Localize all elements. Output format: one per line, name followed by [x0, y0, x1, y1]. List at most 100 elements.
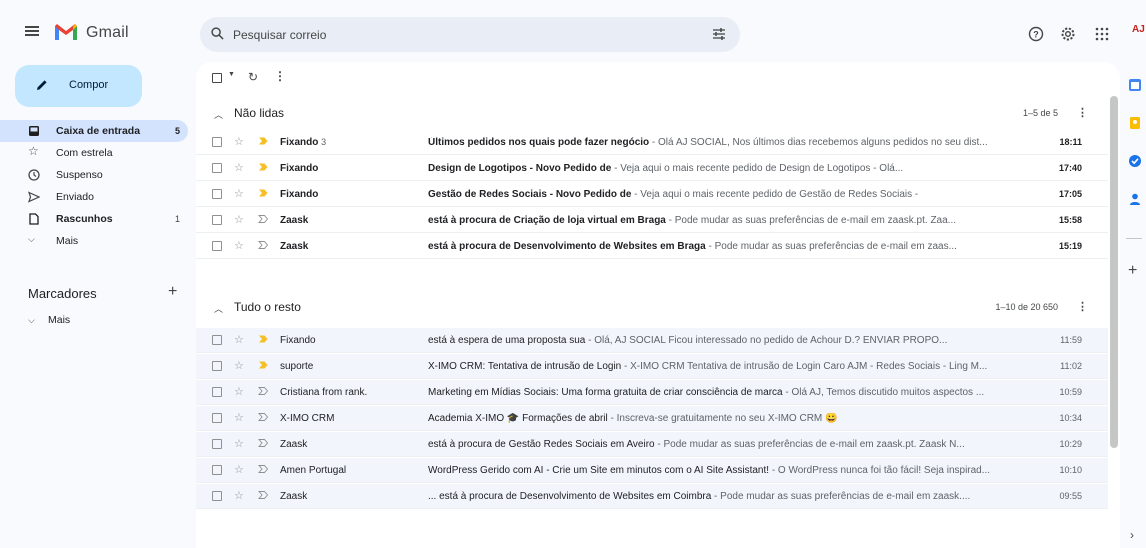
expand-panel-icon[interactable]: › [1130, 528, 1134, 542]
email-row[interactable]: ☆ Zaask está à procura de Criação de loja … [196, 208, 1108, 233]
email-snippet: - Pode mudar as suas preferências de e-m… [711, 491, 971, 502]
not-important-marker-icon[interactable] [258, 438, 268, 448]
app-name[interactable]: Gmail [86, 24, 129, 42]
more-options-icon[interactable]: ⋮ [274, 69, 286, 83]
row-content: X-IMO CRM: Tentativa de intrusão de Logi… [428, 361, 1038, 372]
important-marker-icon[interactable] [258, 162, 268, 172]
email-row[interactable]: ☆ Amen Portugal WordPress Gerido com AI - … [196, 458, 1108, 483]
sidebar-item-snoozed[interactable]: Suspenso [16, 164, 188, 186]
section-options-icon[interactable]: ⋮ [1077, 300, 1088, 313]
keep-icon[interactable] [1128, 116, 1142, 130]
side-panel: + › [1122, 62, 1146, 548]
add-addon-icon[interactable]: + [1128, 262, 1137, 280]
sidebar-item-inbox[interactable]: Caixa de entrada 5 [0, 120, 188, 142]
apps-grid-icon[interactable] [1094, 26, 1110, 42]
star-icon[interactable]: ☆ [234, 385, 244, 398]
important-marker-icon[interactable] [258, 136, 268, 146]
star-icon[interactable]: ☆ [234, 463, 244, 476]
sender-name: Fixando [280, 163, 319, 174]
compose-button[interactable]: Compor [15, 65, 142, 107]
important-marker-icon[interactable] [258, 334, 268, 344]
calendar-icon[interactable] [1128, 78, 1142, 92]
row-sender: Cristiana from rank. [280, 387, 420, 398]
star-icon[interactable]: ☆ [234, 359, 244, 372]
email-row[interactable]: ☆ Fixando está à espera de uma proposta su… [196, 328, 1108, 353]
sidebar-item-label: Rascunhos [56, 213, 113, 225]
contacts-icon[interactable] [1128, 192, 1142, 206]
row-content: está à procura de Desenvolvimento de Web… [428, 241, 1038, 252]
refresh-icon[interactable]: ↻ [248, 70, 258, 84]
chevron-up-icon[interactable]: ︿ [214, 108, 223, 121]
row-checkbox[interactable] [212, 361, 222, 371]
row-checkbox[interactable] [212, 335, 222, 345]
email-row[interactable]: ☆ Zaask ... está à procura de Desenvolvime… [196, 484, 1108, 509]
row-checkbox[interactable] [212, 491, 222, 501]
svg-text:?: ? [1033, 30, 1039, 40]
sidebar-item-starred[interactable]: ☆ Com estrela [16, 142, 188, 164]
row-checkbox[interactable] [212, 189, 222, 199]
email-row[interactable]: ☆ Cristiana from rank. Marketing em Mídias… [196, 380, 1108, 405]
sidebar-item-sent[interactable]: Enviado [16, 186, 188, 208]
star-icon[interactable]: ☆ [234, 161, 244, 174]
not-important-marker-icon[interactable] [258, 412, 268, 422]
account-avatar[interactable]: AJ [1132, 24, 1146, 40]
email-row[interactable]: ☆ Fixando 3 Últimos pedidos nos quais pode… [196, 130, 1108, 155]
row-sender: Amen Portugal [280, 465, 420, 476]
star-icon[interactable]: ☆ [234, 213, 244, 226]
search-bar[interactable] [200, 17, 740, 52]
star-icon[interactable]: ☆ [234, 437, 244, 450]
email-row[interactable]: ☆ Zaask está à procura de Gestão Redes Soc… [196, 432, 1108, 457]
section-header-unread[interactable]: ︿ Não lidas 1–5 de 5 ⋮ [196, 96, 1108, 130]
star-icon[interactable]: ☆ [234, 489, 244, 502]
star-icon[interactable]: ☆ [234, 187, 244, 200]
important-marker-icon[interactable] [258, 360, 268, 370]
email-row[interactable]: ☆ suporte X-IMO CRM: Tentativa de intrusão… [196, 354, 1108, 379]
chevron-up-icon[interactable]: ︿ [214, 302, 223, 315]
not-important-marker-icon[interactable] [258, 386, 268, 396]
row-checkbox[interactable] [212, 387, 222, 397]
section-options-icon[interactable]: ⋮ [1077, 106, 1088, 119]
not-important-marker-icon[interactable] [258, 240, 268, 250]
scrollbar[interactable] [1110, 96, 1118, 448]
important-marker-icon[interactable] [258, 188, 268, 198]
help-icon[interactable]: ? [1028, 26, 1044, 42]
search-icon[interactable] [211, 27, 224, 40]
star-icon[interactable]: ☆ [234, 333, 244, 346]
email-time: 11:59 [1060, 335, 1082, 345]
section-title: Tudo o resto [234, 300, 301, 314]
search-options-icon[interactable] [712, 27, 726, 41]
row-checkbox[interactable] [212, 215, 222, 225]
email-row[interactable]: ☆ Fixando Design de Logotipos - Novo Pedid… [196, 156, 1108, 181]
labels-more[interactable]: ⌵ Mais [28, 314, 70, 326]
email-row[interactable]: ☆ X-IMO CRM Academia X-IMO 🎓 Formações de … [196, 406, 1108, 431]
tasks-icon[interactable] [1128, 154, 1142, 168]
not-important-marker-icon[interactable] [258, 214, 268, 224]
gmail-logo-icon[interactable] [54, 23, 78, 41]
row-sender: Zaask [280, 241, 420, 252]
not-important-marker-icon[interactable] [258, 490, 268, 500]
email-subject: Gestão de Redes Sociais - Novo Pedido de [428, 189, 632, 200]
row-content: Últimos pedidos nos quais pode fazer neg… [428, 137, 1038, 148]
email-row[interactable]: ☆ Zaask está à procura de Desenvolvimento … [196, 234, 1108, 259]
add-label-icon[interactable]: + [168, 283, 177, 301]
row-checkbox[interactable] [212, 439, 222, 449]
search-input[interactable] [233, 17, 693, 52]
row-checkbox[interactable] [212, 241, 222, 251]
sidebar-item-drafts[interactable]: Rascunhos 1 [16, 208, 188, 230]
star-icon[interactable]: ☆ [234, 135, 244, 148]
star-icon[interactable]: ☆ [234, 411, 244, 424]
row-checkbox[interactable] [212, 163, 222, 173]
email-row[interactable]: ☆ Fixando Gestão de Redes Sociais - Novo P… [196, 182, 1108, 207]
section-header-rest[interactable]: ︿ Tudo o resto 1–10 de 20 650 ⋮ [196, 290, 1108, 324]
select-all-checkbox[interactable] [212, 73, 222, 83]
sidebar-item-more[interactable]: ⌵ Mais [16, 230, 188, 252]
main-menu-icon[interactable] [25, 26, 39, 36]
row-checkbox[interactable] [212, 465, 222, 475]
email-subject: Marketing em Mídias Sociais: Uma forma g… [428, 387, 783, 398]
row-checkbox[interactable] [212, 413, 222, 423]
not-important-marker-icon[interactable] [258, 464, 268, 474]
select-dropdown-icon[interactable]: ▼ [228, 71, 235, 78]
settings-gear-icon[interactable] [1060, 26, 1076, 42]
row-checkbox[interactable] [212, 137, 222, 147]
star-icon[interactable]: ☆ [234, 239, 244, 252]
